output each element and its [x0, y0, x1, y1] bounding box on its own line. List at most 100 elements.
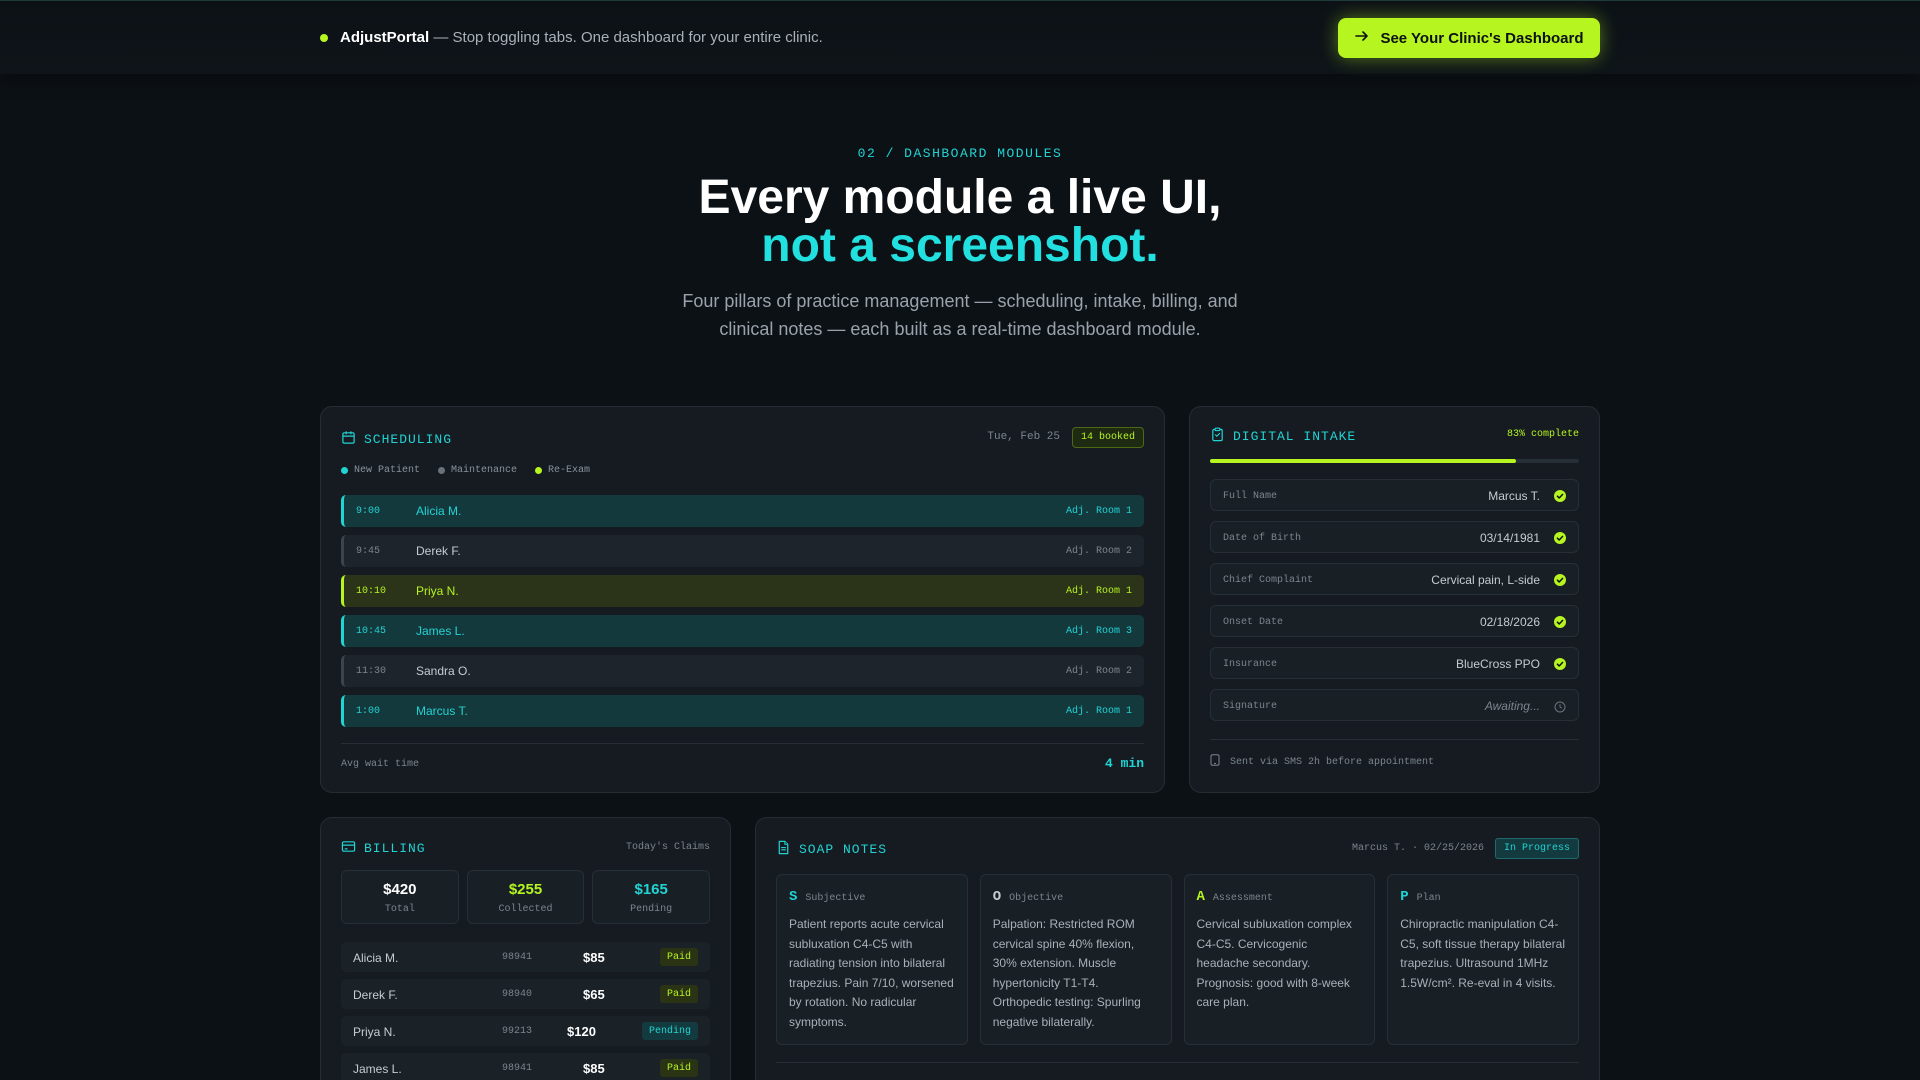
- intake-field[interactable]: Insurance BlueCross PPO: [1210, 647, 1579, 679]
- soap-section-label: Objective: [1009, 893, 1064, 904]
- appointment-row[interactable]: 9:45 Derek F. Adj. Room 2: [341, 535, 1144, 567]
- claim-amount: $65: [583, 987, 605, 1002]
- patient-name: Priya N.: [416, 584, 459, 598]
- sms-note: Sent via SMS 2h before appointment: [1210, 754, 1434, 770]
- soap-status-badge: In Progress: [1494, 838, 1579, 859]
- claim-status-badge: Paid: [659, 985, 698, 1003]
- claim-row[interactable]: James L. 98941 $85 Paid: [341, 1053, 710, 1080]
- calendar-icon: [341, 430, 356, 449]
- check-icon: [1554, 574, 1566, 586]
- appointment-room: Adj. Room 2: [1065, 545, 1132, 557]
- appointment-room: Adj. Room 2: [1065, 665, 1132, 677]
- billing-card: BILLING Today's Claims $420 Total $255 Coll…: [320, 817, 731, 1080]
- soap-section[interactable]: O Objective Palpation: Restricted ROM cerv…: [979, 874, 1172, 1045]
- field-value: 03/14/1981: [1479, 531, 1540, 545]
- claim-status-badge: Paid: [659, 1059, 698, 1077]
- field-value: Marcus T.: [1488, 489, 1540, 503]
- claim-amount: $120: [567, 1024, 596, 1039]
- soap-section[interactable]: P Plan Chiropractic manipulation C4-C5, so…: [1387, 874, 1579, 1045]
- appointment-time: 10:45: [356, 625, 387, 637]
- hero-subtitle: Four pillars of practice management — sc…: [682, 291, 1238, 339]
- soap-title-text: SOAP NOTES: [799, 842, 888, 857]
- divider: [1210, 739, 1579, 740]
- soap-section-header: P Plan: [1400, 889, 1566, 905]
- hero-title-line2: not a screenshot.: [761, 219, 1159, 272]
- stat-value: $420: [383, 881, 417, 898]
- check-icon: [1554, 532, 1566, 544]
- patient-name: Alicia M.: [416, 504, 462, 518]
- sms-note-text: Sent via SMS 2h before appointment: [1230, 756, 1435, 768]
- patient-name: Marcus T.: [416, 704, 468, 718]
- appointment-room: Adj. Room 1: [1065, 585, 1132, 597]
- field-label: Signature: [1223, 701, 1278, 712]
- stat-value: $255: [508, 881, 543, 898]
- arrow-right-icon: [1354, 28, 1370, 48]
- scheduling-title-text: SCHEDULING: [364, 432, 453, 447]
- billing-stat: $255 Collected: [466, 870, 585, 924]
- claim-patient: Priya N.: [353, 1025, 396, 1039]
- field-value: Cervical pain, L-side: [1431, 573, 1540, 587]
- intake-progress-bar: [1210, 459, 1579, 463]
- claim-row[interactable]: Alicia M. 98941 $85 Paid: [341, 942, 710, 972]
- credit-card-icon: [341, 839, 356, 858]
- intake-field[interactable]: Chief Complaint Cervical pain, L-side: [1210, 563, 1579, 595]
- billing-stat: $420 Total: [341, 870, 459, 924]
- booked-count-badge: 14 booked: [1071, 427, 1144, 448]
- todays-claims-label: Today's Claims: [625, 842, 710, 853]
- claim-status-badge: Pending: [641, 1022, 698, 1040]
- see-dashboard-button[interactable]: See Your Clinic's Dashboard: [1338, 18, 1600, 58]
- appointment-time: 11:30: [356, 665, 387, 677]
- claim-cpt-code: 98940: [502, 989, 533, 1000]
- section-eyebrow: 02 / DASHBOARD MODULES: [857, 146, 1063, 161]
- legend-label: New Patient: [354, 465, 421, 476]
- claim-row[interactable]: Priya N. 99213 $120 Pending: [341, 1016, 710, 1046]
- claim-amount: $85: [583, 950, 605, 965]
- patient-name: Sandra O.: [416, 664, 471, 678]
- appointment-time: 9:45: [356, 545, 381, 557]
- brand-name: AdjustPortal: [340, 29, 430, 46]
- intake-field[interactable]: Signature Awaiting...: [1210, 689, 1579, 721]
- cta-label: See Your Clinic's Dashboard: [1380, 29, 1584, 47]
- appointment-row[interactable]: 10:10 Priya N. Adj. Room 1: [341, 575, 1144, 607]
- field-label: Insurance: [1223, 659, 1278, 670]
- claim-row[interactable]: Derek F. 98940 $65 Paid: [341, 979, 710, 1009]
- scheduling-title: SCHEDULING: [341, 430, 452, 449]
- intake-field[interactable]: Onset Date 02/18/2026: [1210, 605, 1579, 637]
- check-icon: [1554, 658, 1566, 670]
- field-label: Date of Birth: [1223, 533, 1302, 544]
- intake-field[interactable]: Full Name Marcus T.: [1210, 479, 1579, 511]
- intake-field[interactable]: Date of Birth 03/14/1981: [1210, 521, 1579, 553]
- claim-patient: James L.: [353, 1062, 402, 1076]
- intake-field-list: Full Name Marcus T. Date of Birth 03/14/198…: [1210, 479, 1579, 731]
- soap-section-text: Chiropractic manipulation C4-C5, soft ti…: [1400, 917, 1565, 990]
- claim-patient: Derek F.: [353, 988, 398, 1002]
- clock-icon: [1554, 700, 1566, 713]
- soap-section-text: Patient reports acute cervical subluxati…: [789, 917, 954, 1029]
- soap-section-label: Subjective: [805, 893, 866, 904]
- check-icon: [1554, 490, 1566, 502]
- avg-wait-value: 4 min: [1104, 756, 1144, 771]
- appointment-time: 9:00: [356, 505, 381, 517]
- billing-stats: $420 Total $255 Collected $165 Pending: [341, 870, 711, 924]
- top-bar: AdjustPortal — Stop toggling tabs. One d…: [0, 0, 1920, 74]
- appointment-row[interactable]: 9:00 Alicia M. Adj. Room 1: [341, 495, 1144, 527]
- document-icon: [776, 840, 791, 859]
- soap-section[interactable]: A Assessment Cervical subluxation complex …: [1183, 874, 1376, 1045]
- appointment-row[interactable]: 10:45 James L. Adj. Room 3: [341, 615, 1144, 647]
- brand-status-dot: [320, 34, 328, 42]
- scheduling-card: SCHEDULING Tue, Feb 25 14 booked New Pat…: [320, 406, 1165, 793]
- appointment-row[interactable]: 1:00 Marcus T. Adj. Room 1: [341, 695, 1144, 727]
- billing-claim-list: Alicia M. 98941 $85 Paid Derek F. 98940 $65 Pai…: [341, 942, 710, 1080]
- appointment-room: Adj. Room 1: [1065, 505, 1132, 517]
- appointment-legend: New Patient Maintenance Re-Exam: [341, 465, 590, 476]
- brand: AdjustPortal — Stop toggling tabs. One d…: [340, 29, 823, 46]
- legend-item: New Patient: [341, 465, 420, 476]
- appointment-row[interactable]: 11:30 Sandra O. Adj. Room 2: [341, 655, 1144, 687]
- legend-label: Re-Exam: [548, 465, 591, 476]
- soap-letter: A: [1196, 889, 1205, 905]
- legend-dot: [341, 467, 348, 474]
- soap-notes-card: SOAP NOTES Marcus T. · 02/25/2026 In Pro…: [755, 817, 1600, 1080]
- legend-dot: [535, 467, 543, 474]
- clipboard-icon: [1210, 427, 1225, 446]
- soap-section[interactable]: S Subjective Patient reports acute cervica…: [776, 874, 968, 1045]
